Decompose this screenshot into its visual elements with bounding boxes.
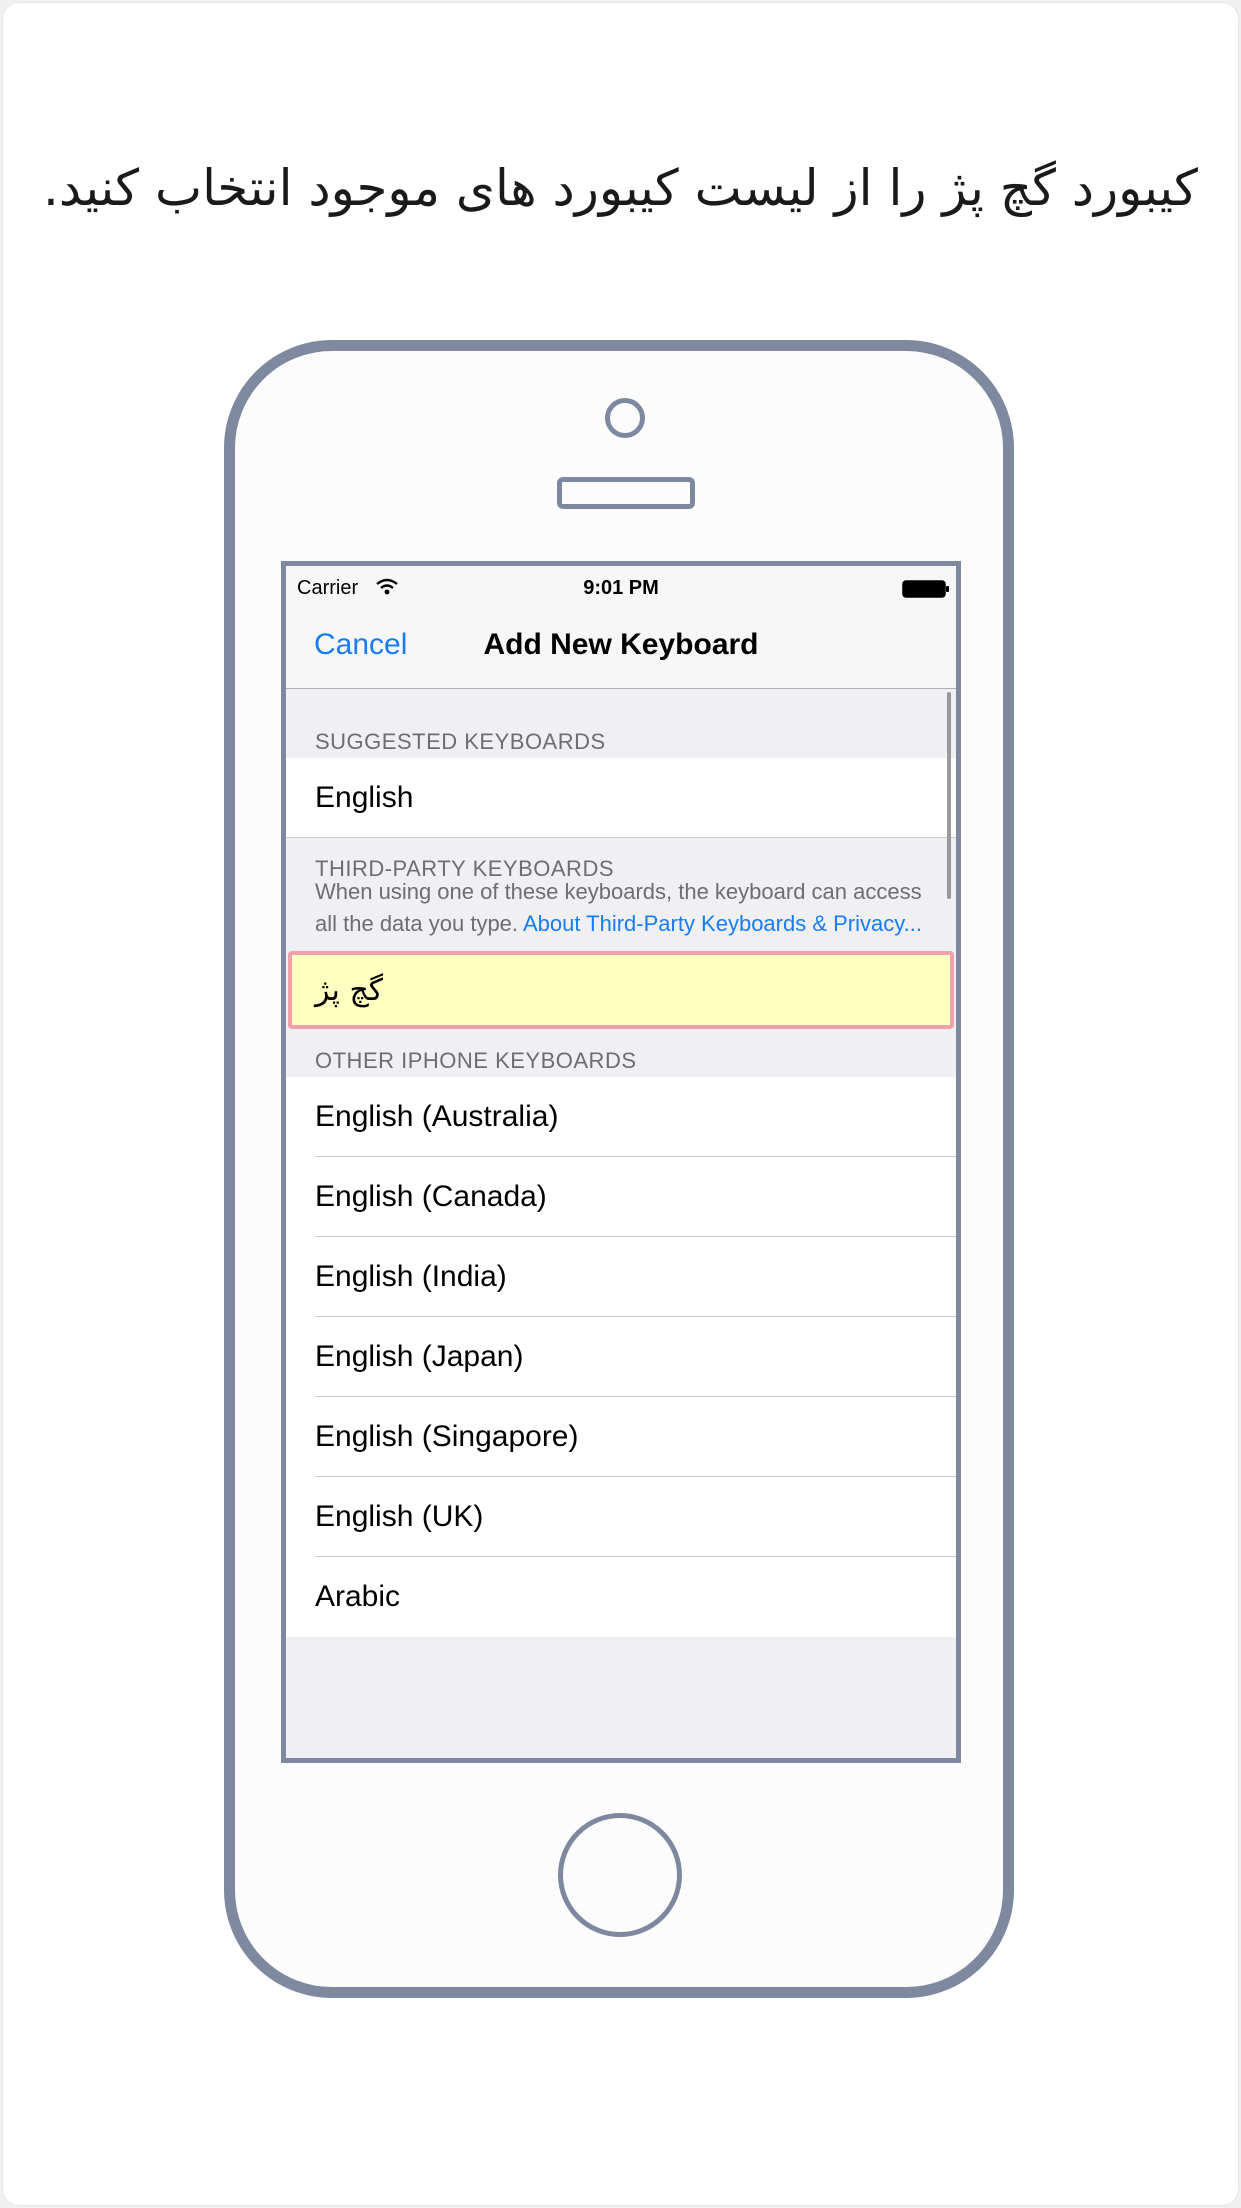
battery-icon xyxy=(902,580,949,598)
list-item-label: گچ پژ xyxy=(315,973,384,1008)
list-item-other[interactable]: English (India) xyxy=(286,1237,956,1317)
navigation-bar: Cancel Add New Keyboard xyxy=(286,606,956,689)
list-item-suggested[interactable]: English xyxy=(286,758,956,838)
list-item-gachpazh-keyboard[interactable]: گچ پژ xyxy=(288,951,954,1029)
list-item-other[interactable]: English (Japan) xyxy=(286,1317,956,1397)
list-item-other[interactable]: English (Canada) xyxy=(286,1157,956,1237)
privacy-link[interactable]: About Third-Party Keyboards & Privacy... xyxy=(523,911,922,936)
phone-screen: Carrier 9:01 PM Cancel Add New Keyboard … xyxy=(281,561,961,1763)
list-item-label: English (Japan) xyxy=(315,1340,524,1373)
clock: 9:01 PM xyxy=(583,577,659,599)
list-item-label: English (UK) xyxy=(315,1500,484,1533)
instruction-caption: کیبورد گچ پژ را از لیست کیبورد های موجود… xyxy=(42,159,1198,217)
other-section-header: OTHER IPHONE KEYBOARDS xyxy=(315,1048,637,1073)
list-item-label: English (Canada) xyxy=(315,1180,547,1213)
home-button[interactable] xyxy=(558,1813,682,1937)
earpiece-speaker xyxy=(557,477,695,509)
list-item-label: English (India) xyxy=(315,1260,507,1293)
page-title: Add New Keyboard xyxy=(483,628,759,661)
list-item-other[interactable]: English (Singapore) xyxy=(286,1397,956,1477)
suggested-section-header: SUGGESTED KEYBOARDS xyxy=(315,729,606,754)
divider xyxy=(286,837,956,838)
scrollbar[interactable] xyxy=(947,692,951,899)
list-item-other[interactable]: Arabic xyxy=(286,1557,956,1637)
list-item-label: English xyxy=(315,781,414,814)
list-item-label: English (Singapore) xyxy=(315,1420,579,1453)
list-item-other[interactable]: English (UK) xyxy=(286,1477,956,1557)
status-bar: Carrier 9:01 PM xyxy=(286,566,956,606)
front-camera xyxy=(605,398,645,438)
keyboard-list: SUGGESTED KEYBOARDS English THIRD-PARTY … xyxy=(286,689,956,1758)
list-item-label: English (Australia) xyxy=(315,1100,559,1133)
list-item-label: Arabic xyxy=(315,1580,401,1613)
third-party-description: When using one of these keyboards, the k… xyxy=(315,876,925,940)
list-item-other[interactable]: English (Australia) xyxy=(286,1077,956,1157)
